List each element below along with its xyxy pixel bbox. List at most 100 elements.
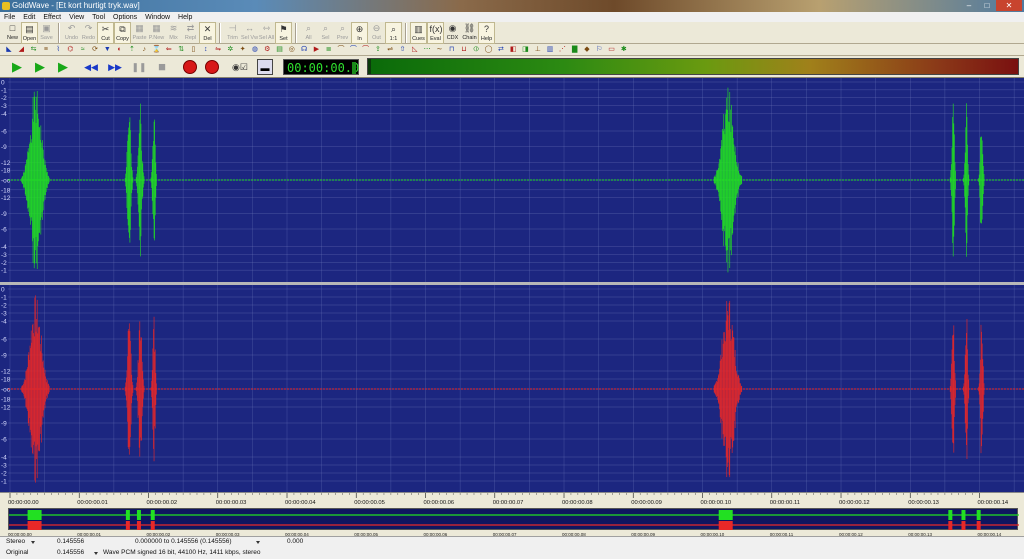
channel-right-icon[interactable]: ◨ — [520, 45, 530, 54]
maximize-icon[interactable]: ⇧ — [398, 45, 408, 54]
mono-icon[interactable]: ◯ — [484, 45, 494, 54]
pause-button[interactable]: ❚❚ — [130, 59, 148, 75]
equalizer-icon[interactable]: ≡ — [41, 45, 51, 54]
chain-button[interactable]: ⛓ Chain — [461, 22, 478, 44]
help-button[interactable]: ? Help — [478, 22, 495, 44]
high-pass-icon[interactable]: ⌒ — [361, 45, 371, 54]
mix-button[interactable]: ≋ Mix — [165, 22, 182, 44]
spatial-icon[interactable]: ◎ — [287, 45, 297, 54]
minimize-button[interactable]: – — [960, 0, 978, 11]
low-pass-icon[interactable]: ⌒ — [348, 45, 358, 54]
smoother-icon[interactable]: ∼ — [434, 45, 444, 54]
fade-shape-icon[interactable]: ◺ — [410, 45, 420, 54]
reverse-icon[interactable]: ⇐ — [164, 45, 174, 54]
del-button[interactable]: ✕ Del — [199, 22, 216, 44]
open-button[interactable]: ▤ Open — [21, 22, 38, 44]
out-button[interactable]: ⊖ Out — [368, 22, 385, 44]
paste-button[interactable]: ▦ Paste — [131, 22, 148, 44]
fast-forward-button[interactable]: ▶▶ — [106, 59, 124, 75]
redo-button[interactable]: ↷ Redo — [80, 22, 97, 44]
rewind-button[interactable]: ◀◀ — [82, 59, 100, 75]
selection-icon[interactable]: ▭ — [607, 45, 617, 54]
flanger-icon[interactable]: ≈ — [78, 45, 88, 54]
expander-icon[interactable]: ⊔ — [459, 45, 469, 54]
resample-icon[interactable]: ⇋ — [213, 45, 223, 54]
settings-icon[interactable]: ✱ — [619, 45, 629, 54]
overview-bar[interactable]: 00:00:00.00 00:00:00.01 00:00:00.02 00:00:0… — [0, 506, 1024, 536]
normalize-icon[interactable]: ⇡ — [127, 45, 137, 54]
menu-help[interactable]: Help — [178, 14, 192, 21]
playback-rate-icon[interactable]: ▶ — [311, 45, 321, 54]
offset-icon[interactable]: ↕ — [201, 45, 211, 54]
pitch-icon[interactable]: ♪ — [139, 45, 149, 54]
sel-vw-button[interactable]: ↔ Sel Vw — [241, 22, 258, 44]
cdx-button[interactable]: ◉ CDX — [444, 22, 461, 44]
set-button[interactable]: ⚑ Set — [275, 22, 292, 44]
noise-gate-icon[interactable]: ⊓ — [447, 45, 457, 54]
sel-button[interactable]: ⌕ Sel — [317, 22, 334, 44]
band-pass-icon[interactable]: ⌒ — [336, 45, 346, 54]
compressor-icon[interactable]: ▼ — [102, 45, 112, 54]
1-1-button[interactable]: ⌕ 1:1 — [385, 22, 402, 44]
menu-window[interactable]: Window — [145, 14, 170, 21]
left-channel[interactable]: 0 -1 -2 -3 -4 -6 -9 -12 -18 -oo -18 -12 -9 -6 -4 -3 -2 -1 — [0, 78, 1024, 282]
undo-button[interactable]: ↶ Undo — [63, 22, 80, 44]
selection-dropdown-icon[interactable] — [256, 541, 260, 544]
match-volume-icon[interactable]: ⇌ — [385, 45, 395, 54]
repl-button[interactable]: ⇄ Repl — [182, 22, 199, 44]
record-selection-button[interactable] — [205, 60, 219, 74]
play-selection-button[interactable]: ▶ — [31, 59, 49, 75]
record-button[interactable] — [183, 60, 197, 74]
cue-points-icon[interactable]: ◆ — [582, 45, 592, 54]
stereo-icon[interactable]: ⦶ — [471, 45, 481, 54]
overview-waveform[interactable] — [8, 508, 1019, 530]
sel-all-button[interactable]: ⇿ Sel All — [258, 22, 275, 44]
cut-button[interactable]: ✂ Cut — [97, 22, 114, 44]
volume-icon[interactable]: ◐ — [115, 45, 125, 54]
all-button[interactable]: ⌕ All — [300, 22, 317, 44]
channels-dropdown-icon[interactable] — [31, 541, 35, 544]
echo-icon[interactable]: ⌬ — [65, 45, 75, 54]
pop-click-icon[interactable]: ✦ — [238, 45, 248, 54]
title-bar[interactable]: GoldWave - [Et kort hurtigt tryk.wav] – … — [0, 0, 1024, 12]
eval-button[interactable]: f(x) Eval — [427, 22, 444, 44]
menu-edit[interactable]: Edit — [23, 14, 35, 21]
fade-out-icon[interactable]: ◢ — [16, 45, 26, 54]
silence-icon[interactable]: ▯ — [188, 45, 198, 54]
play-from-cursor-button[interactable]: ▶ — [54, 59, 72, 75]
invert-icon[interactable]: ⇅ — [176, 45, 186, 54]
close-button[interactable]: ✕ — [996, 0, 1022, 11]
spectrum-icon[interactable]: ▇ — [570, 45, 580, 54]
reverb-icon[interactable]: ⟳ — [90, 45, 100, 54]
right-channel[interactable]: 0 -1 -2 -3 -4 -6 -9 -12 -18 -oo -18 -12 -9 -6 -4 -3 -2 -1 — [0, 285, 1024, 493]
menu-file[interactable]: File — [4, 14, 15, 21]
in-button[interactable]: ⊕ In — [351, 22, 368, 44]
monitor-toggle-button[interactable]: ▬ — [257, 59, 273, 75]
parametric-eq-icon[interactable]: ≣ — [324, 45, 334, 54]
dc-offset-icon[interactable]: ⊥ — [533, 45, 543, 54]
format-dropdown-icon[interactable] — [94, 552, 98, 555]
waveform-area[interactable]: 0 -1 -2 -3 -4 -6 -9 -12 -18 -oo -18 -12 -9 -6 -4 -3 -2 -1… — [0, 78, 1024, 506]
channel-mixer-icon[interactable]: ▤ — [275, 45, 285, 54]
swap-channels-icon[interactable]: ⇄ — [496, 45, 506, 54]
auto-gain-icon[interactable]: ⇪ — [373, 45, 383, 54]
cues-button[interactable]: ▥ Cues — [410, 22, 427, 44]
menu-tool[interactable]: Tool — [92, 14, 105, 21]
copy-button[interactable]: ⧉ Copy — [114, 22, 131, 44]
trim-button[interactable]: ⊣ Trim — [224, 22, 241, 44]
maximize-button[interactable]: □ — [978, 0, 996, 11]
stop-button[interactable]: ■ — [153, 59, 171, 75]
prev-button[interactable]: ⌕ Prev — [334, 22, 351, 44]
volume-control-icon[interactable]: ◉☑ — [231, 59, 249, 75]
new-button[interactable]: □ New — [4, 22, 21, 44]
doppler-icon[interactable]: ◍ — [250, 45, 260, 54]
p-new-button[interactable]: ▦ P.New — [148, 22, 165, 44]
filter-icon[interactable]: ⌇ — [53, 45, 63, 54]
dither-icon[interactable]: ⋰ — [557, 45, 567, 54]
mechanize-icon[interactable]: ⚙ — [262, 45, 272, 54]
time-warp-icon[interactable]: ⌛ — [152, 45, 162, 54]
voice-icon[interactable]: ☊ — [299, 45, 309, 54]
noise-reduction-icon[interactable]: ✲ — [225, 45, 235, 54]
fade-in-icon[interactable]: ◣ — [4, 45, 14, 54]
pan-icon[interactable]: ⇆ — [29, 45, 39, 54]
